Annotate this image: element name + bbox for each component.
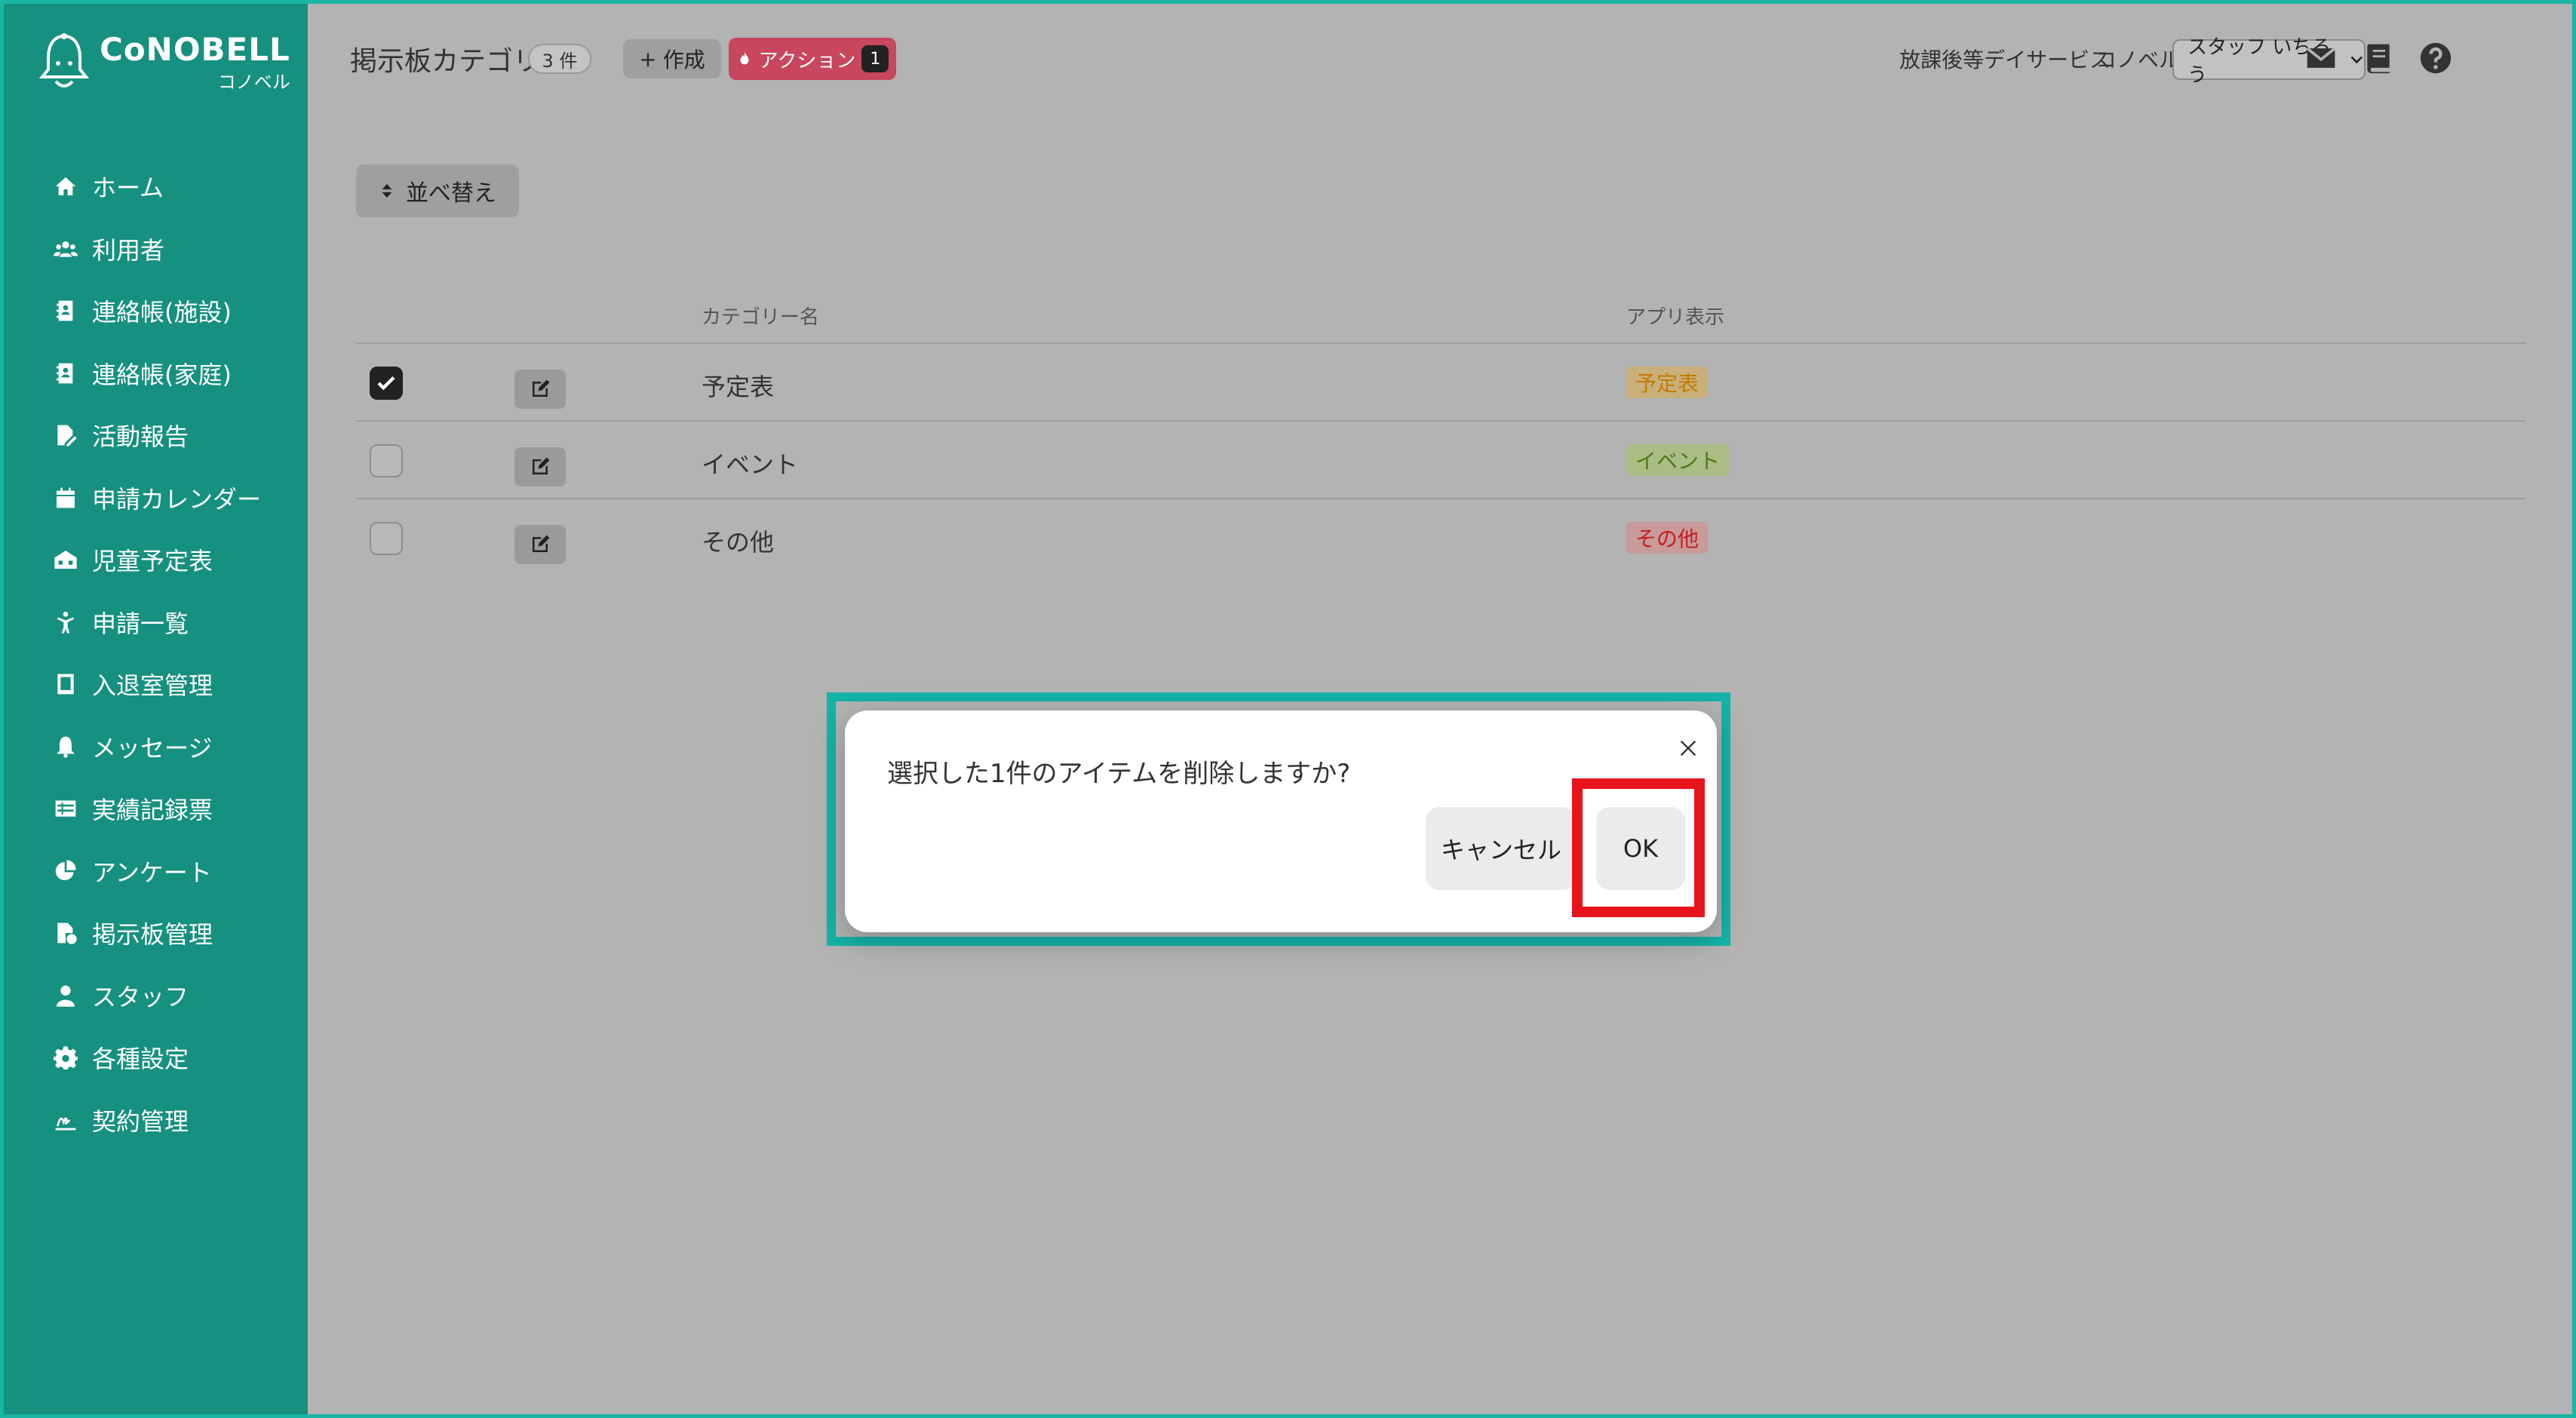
- sidebar-item-label: 連絡帳(施設): [92, 298, 232, 327]
- category-name: 予定表: [702, 373, 775, 401]
- category-table: カテゴリー名 アプリ表示 予定表 予定表 イベント イベント その他 その他: [356, 279, 2525, 577]
- tablet-icon: [53, 671, 78, 697]
- manual-book-icon[interactable]: [2361, 41, 2396, 75]
- sidebar-item-label: 利用者: [92, 235, 165, 265]
- sidebar-item-survey[interactable]: アンケート: [53, 840, 294, 903]
- sidebar-nav: ホーム 利用者 連絡帳(施設) 連絡帳(家庭) 活動報告 申請カレンダー 児童予…: [53, 155, 294, 1151]
- category-name: イベント: [702, 450, 799, 479]
- column-header-name: カテゴリー名: [702, 306, 820, 329]
- home-icon: [53, 173, 78, 199]
- sidebar-item-label: 活動報告: [92, 422, 189, 452]
- page-title: 掲示板カテゴリ: [350, 46, 541, 77]
- bell-logo-icon: [38, 33, 90, 87]
- row-checkbox[interactable]: [370, 367, 403, 400]
- app-display-tag: その他: [1626, 522, 1709, 554]
- sidebar-item-attendance[interactable]: 入退室管理: [53, 653, 294, 716]
- brand-logo[interactable]: CoNOBELL コノベル: [38, 32, 290, 95]
- table-header: カテゴリー名 アプリ表示: [356, 279, 2525, 344]
- edit-button[interactable]: [514, 447, 566, 486]
- app-display-tag: イベント: [1626, 444, 1730, 476]
- plus-icon: +: [639, 46, 657, 72]
- sidebar-item-home[interactable]: ホーム: [53, 155, 294, 218]
- mail-icon[interactable]: [2304, 41, 2338, 75]
- app-display-tag: 予定表: [1626, 367, 1709, 398]
- contract-icon: [53, 1107, 78, 1133]
- sidebar-item-label: 申請一覧: [92, 609, 189, 638]
- sidebar-item-record[interactable]: 実績記録票: [53, 778, 294, 840]
- sidebar-item-contract[interactable]: 契約管理: [53, 1089, 294, 1152]
- sidebar: CoNOBELL コノベル ホーム 利用者 連絡帳(施設) 連絡帳(家庭) 活動…: [0, 0, 308, 1418]
- row-checkbox[interactable]: [370, 444, 403, 477]
- sidebar-item-contact-home[interactable]: 連絡帳(家庭): [53, 342, 294, 405]
- sidebar-item-label: 入退室管理: [92, 671, 213, 701]
- page-header: 掲示板カテゴリ 3 件 + 作成 アクション 1 放課後等デイサービス コノベル…: [308, 0, 2576, 113]
- sort-label: 並べ替え: [406, 180, 496, 207]
- sidebar-item-label: 児童予定表: [92, 547, 213, 576]
- table-icon: [53, 796, 78, 821]
- sidebar-item-label: アンケート: [92, 858, 212, 887]
- child-icon: [53, 609, 78, 635]
- sidebar-item-activity-report[interactable]: 活動報告: [53, 404, 294, 467]
- schedule-icon: [53, 547, 78, 572]
- sidebar-item-contact-facility[interactable]: 連絡帳(施設): [53, 280, 294, 342]
- staff-icon: [53, 983, 78, 1008]
- sidebar-item-label: 契約管理: [92, 1106, 189, 1136]
- table-row: その他 その他: [356, 499, 2525, 577]
- sidebar-item-label: 掲示板管理: [92, 920, 213, 950]
- edit-icon: [533, 379, 550, 397]
- action-label: アクション: [758, 49, 856, 72]
- edit-button[interactable]: [514, 370, 566, 409]
- ok-button-highlight: [1572, 778, 1705, 917]
- action-count-badge: 1: [861, 45, 889, 72]
- sidebar-item-label: 実績記録票: [92, 796, 213, 825]
- sidebar-item-board[interactable]: 掲示板管理: [53, 902, 294, 965]
- brand-sub: コノベル: [217, 71, 290, 93]
- edit-icon: [533, 535, 550, 552]
- edit-button[interactable]: [514, 525, 566, 564]
- bell-icon: [53, 734, 78, 760]
- sidebar-item-label: メッセージ: [92, 733, 213, 763]
- close-icon[interactable]: [1673, 733, 1703, 763]
- sidebar-item-label: 各種設定: [92, 1045, 189, 1074]
- edit-icon: [533, 457, 550, 474]
- table-row: イベント イベント: [356, 422, 2525, 499]
- fire-icon: [740, 51, 749, 65]
- table-row: 予定表 予定表: [356, 344, 2525, 422]
- sidebar-item-child-schedule[interactable]: 児童予定表: [53, 529, 294, 591]
- sort-button[interactable]: 並べ替え: [356, 164, 519, 217]
- gear-icon: [53, 1045, 78, 1070]
- sidebar-item-label: 連絡帳(家庭): [92, 360, 232, 389]
- contact-book-icon: [53, 361, 78, 386]
- column-header-display: アプリ表示: [1626, 306, 1725, 329]
- dialog-message: 選択した1件のアイテムを削除しますか?: [887, 759, 1351, 789]
- calendar-icon: [53, 485, 78, 511]
- sidebar-item-staff[interactable]: スタッフ: [53, 965, 294, 1027]
- sidebar-item-label: スタッフ: [92, 982, 189, 1011]
- report-icon: [53, 422, 78, 448]
- sidebar-item-users[interactable]: 利用者: [53, 218, 294, 281]
- row-checkbox[interactable]: [370, 522, 403, 555]
- sidebar-item-label: 申請カレンダー: [92, 484, 262, 514]
- cancel-button[interactable]: キャンセル: [1426, 807, 1577, 890]
- organization-name: コノベル: [2095, 48, 2181, 72]
- action-button[interactable]: アクション 1: [729, 38, 896, 80]
- sidebar-item-application-list[interactable]: 申請一覧: [53, 591, 294, 654]
- sort-icon: [382, 183, 392, 198]
- pie-chart-icon: [53, 858, 78, 884]
- users-icon: [53, 236, 78, 262]
- board-icon: [53, 920, 78, 946]
- brand-name: CoNOBELL: [100, 30, 290, 68]
- help-icon[interactable]: [2418, 41, 2453, 75]
- facility-name: 放課後等デイサービス: [1899, 48, 2111, 72]
- count-badge: 3 件: [528, 44, 591, 74]
- sidebar-item-settings[interactable]: 各種設定: [53, 1027, 294, 1089]
- sidebar-item-label: ホーム: [92, 173, 164, 203]
- category-name: その他: [702, 528, 775, 557]
- check-icon: [377, 376, 395, 391]
- create-label: 作成: [662, 48, 705, 72]
- create-button[interactable]: + 作成: [623, 39, 721, 78]
- contact-book-icon: [53, 298, 78, 324]
- sidebar-item-calendar[interactable]: 申請カレンダー: [53, 467, 294, 529]
- sidebar-item-message[interactable]: メッセージ: [53, 716, 294, 778]
